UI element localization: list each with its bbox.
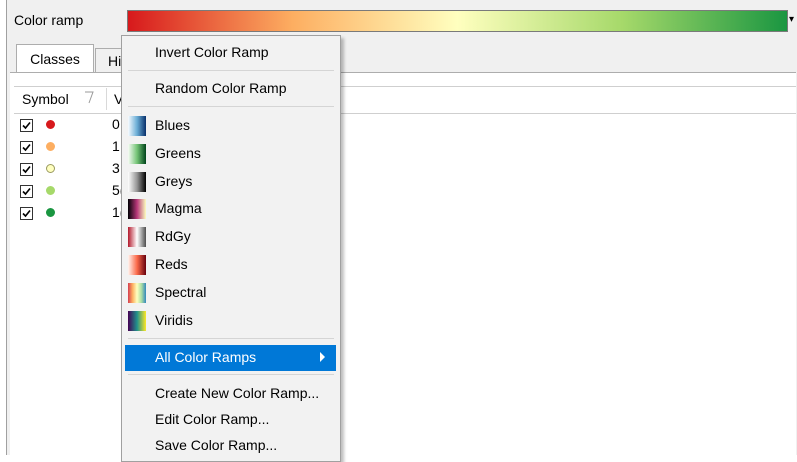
tab-classes[interactable]: Classes bbox=[16, 44, 94, 72]
menu-item-ramp-reds[interactable]: Reds bbox=[122, 252, 340, 278]
menu-item-label: Spectral bbox=[155, 283, 207, 300]
menu-item-invert-color-ramp[interactable]: Invert Color Ramp bbox=[122, 40, 340, 66]
color-ramp-button[interactable] bbox=[127, 10, 788, 32]
menu-separator bbox=[128, 106, 334, 107]
color-ramp-swatch-icon bbox=[128, 171, 146, 192]
class-visibility-checkbox[interactable] bbox=[20, 141, 33, 154]
color-ramp-swatch-icon bbox=[128, 116, 146, 136]
symbol-swatch[interactable] bbox=[46, 208, 55, 217]
column-header-symbol[interactable]: Symbol bbox=[22, 91, 69, 107]
menu-separator bbox=[128, 338, 334, 339]
menu-item-label: Create New Color Ramp... bbox=[155, 385, 320, 401]
color-ramp-label: Color ramp bbox=[14, 12, 84, 28]
class-visibility-checkbox[interactable] bbox=[20, 207, 33, 220]
menu-item-label: Random Color Ramp bbox=[155, 80, 287, 96]
menu-item-random-color-ramp[interactable]: Random Color Ramp bbox=[122, 76, 340, 102]
menu-item-edit-color-ramp[interactable]: Edit Color Ramp... bbox=[122, 407, 340, 433]
class-visibility-checkbox[interactable] bbox=[20, 185, 33, 198]
menu-item-all-color-ramps[interactable]: All Color Ramps bbox=[125, 345, 336, 371]
color-ramp-swatch-icon bbox=[128, 227, 146, 248]
menu-item-create-color-ramp[interactable]: Create New Color Ramp... bbox=[122, 381, 340, 407]
checkmark-icon bbox=[22, 209, 31, 218]
menu-item-label: Invert Color Ramp bbox=[155, 44, 269, 60]
menu-item-label: Greys bbox=[155, 172, 193, 189]
menu-separator bbox=[128, 374, 334, 375]
chevron-down-icon[interactable]: ▾ bbox=[789, 14, 794, 25]
class-visibility-checkbox[interactable] bbox=[20, 119, 33, 132]
symbol-swatch[interactable] bbox=[46, 164, 55, 173]
column-divider[interactable] bbox=[106, 88, 107, 110]
menu-item-ramp-rdgy[interactable]: RdGy bbox=[122, 224, 340, 250]
menu-item-ramp-blues[interactable]: Blues bbox=[122, 113, 340, 139]
symbol-swatch[interactable] bbox=[46, 142, 55, 151]
submenu-arrow-icon bbox=[320, 352, 325, 362]
symbol-swatch[interactable] bbox=[46, 120, 55, 129]
checkmark-icon bbox=[22, 187, 31, 196]
sort-indicator-icon bbox=[85, 91, 94, 104]
menu-item-ramp-spectral[interactable]: Spectral bbox=[122, 280, 340, 306]
color-ramp-swatch-icon bbox=[128, 255, 146, 275]
menu-separator bbox=[128, 70, 334, 71]
menu-item-label: Reds bbox=[155, 256, 188, 272]
color-ramp-swatch-icon bbox=[128, 199, 146, 220]
menu-item-label: Save Color Ramp... bbox=[155, 437, 278, 453]
class-visibility-checkbox[interactable] bbox=[20, 163, 33, 176]
color-ramp-swatch-icon bbox=[128, 310, 146, 331]
menu-item-ramp-magma[interactable]: Magma bbox=[122, 196, 340, 222]
checkmark-icon bbox=[22, 121, 31, 130]
color-ramp-swatch-icon bbox=[128, 282, 146, 303]
menu-item-label: Edit Color Ramp... bbox=[155, 411, 270, 427]
menu-item-ramp-greys[interactable]: Greys bbox=[122, 169, 340, 195]
menu-item-label: RdGy bbox=[155, 228, 191, 245]
menu-item-label: Magma bbox=[155, 200, 202, 217]
color-ramp-context-menu: Invert Color Ramp Random Color Ramp Blue… bbox=[121, 35, 341, 462]
menu-item-label: Greens bbox=[155, 144, 201, 161]
checkmark-icon bbox=[22, 143, 31, 152]
menu-item-ramp-greens[interactable]: Greens bbox=[122, 141, 340, 167]
menu-item-label: All Color Ramps bbox=[155, 349, 257, 365]
color-ramp-swatch-icon bbox=[128, 143, 146, 164]
menu-item-label: Blues bbox=[155, 117, 191, 133]
symbol-swatch[interactable] bbox=[46, 186, 55, 195]
menu-item-save-color-ramp[interactable]: Save Color Ramp... bbox=[122, 433, 340, 459]
menu-item-ramp-viridis[interactable]: Viridis bbox=[122, 308, 340, 334]
menu-item-label: Viridis bbox=[155, 311, 193, 328]
checkmark-icon bbox=[22, 165, 31, 174]
